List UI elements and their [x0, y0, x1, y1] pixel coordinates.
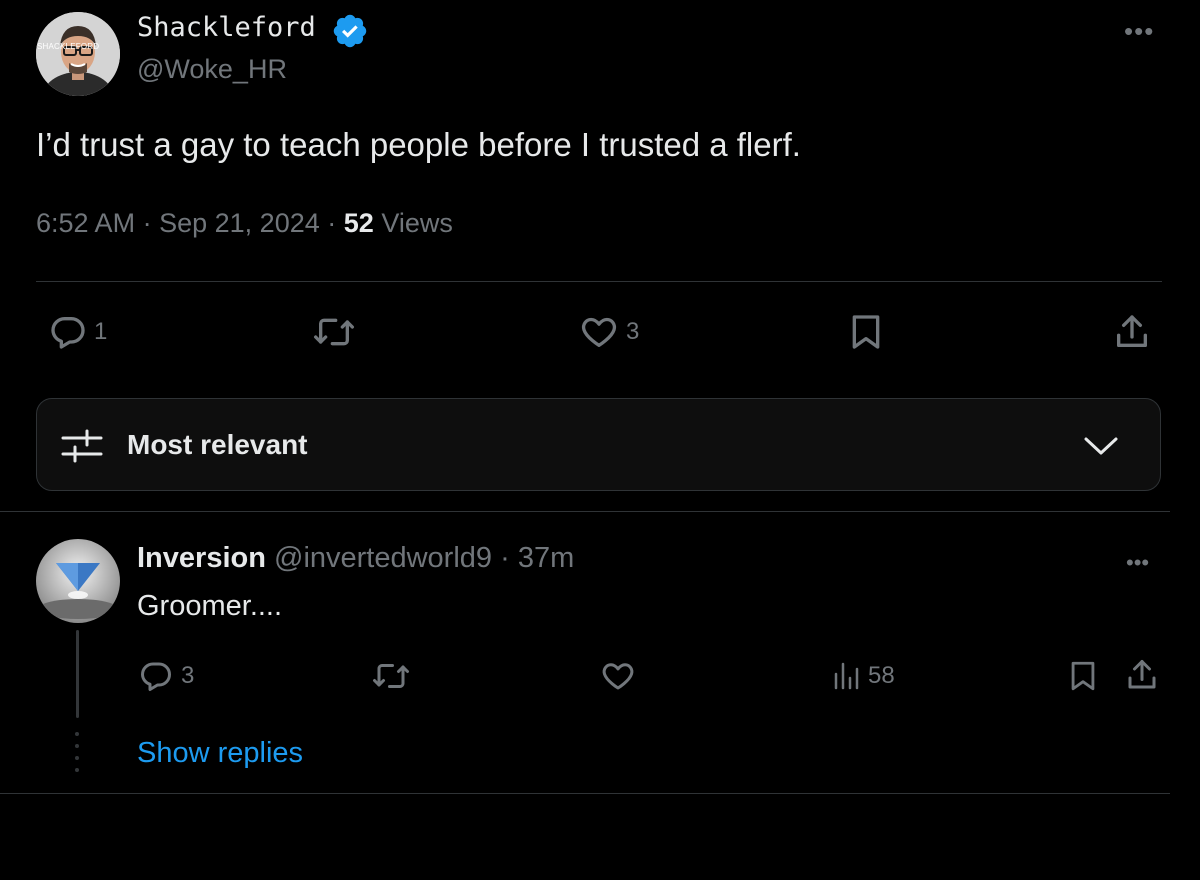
share-icon — [1128, 660, 1156, 689]
bookmark-icon — [1071, 661, 1095, 691]
like-count: 3 — [626, 318, 640, 345]
retweet-icon — [373, 664, 409, 688]
reply-count: 1 — [94, 318, 108, 345]
verified-badge-icon — [331, 12, 369, 50]
sliders-icon — [61, 429, 103, 463]
divider — [36, 281, 1162, 282]
sort-replies-dropdown[interactable]: Most relevant — [36, 398, 1161, 491]
like-button[interactable]: 3 — [578, 312, 639, 352]
views-icon — [834, 662, 859, 690]
sort-label: Most relevant — [127, 429, 308, 460]
bookmark-icon — [852, 315, 880, 349]
reply-text: Groomer.... — [137, 590, 283, 622]
views-label: Views — [381, 208, 453, 238]
bookmark-button[interactable] — [846, 312, 886, 352]
more-icon[interactable]: ••• — [1124, 18, 1154, 44]
author-name[interactable]: Shackleford — [137, 12, 316, 43]
thread-line — [76, 630, 79, 718]
meta-separator: · — [142, 208, 152, 238]
like-icon — [581, 317, 617, 347]
reply-share-button[interactable] — [1124, 656, 1160, 694]
reply-time[interactable]: 37m — [518, 542, 574, 574]
reply-bookmark-button[interactable] — [1066, 658, 1100, 694]
tweet-time[interactable]: 6:52 AM — [36, 208, 135, 238]
divider — [0, 793, 1170, 794]
reply-like-button[interactable] — [599, 658, 643, 694]
reply-views-count: 58 — [868, 662, 895, 689]
reply-header: Inversion @invertedworld9 · 37m — [137, 542, 574, 575]
reply-more-icon[interactable]: ••• — [1126, 552, 1149, 574]
reply-reply-count: 3 — [181, 662, 195, 689]
reply-reply-button[interactable]: 3 — [137, 658, 194, 694]
reply-views-button[interactable]: 58 — [832, 658, 895, 694]
tweet-date[interactable]: Sep 21, 2024 — [159, 208, 320, 238]
divider — [0, 511, 1170, 512]
retweet-icon — [313, 318, 354, 346]
share-icon — [1117, 315, 1147, 347]
author-handle[interactable]: @Woke_HR — [137, 54, 287, 85]
reply-icon — [51, 317, 85, 349]
retweet-button[interactable] — [312, 312, 362, 352]
reply-author-handle[interactable]: @invertedworld9 — [274, 542, 492, 574]
reply-icon — [141, 662, 171, 691]
author-avatar[interactable]: SHACKLEFORD — [36, 12, 120, 96]
tweet-meta: 6:52 AM · Sep 21, 2024 · 52 Views — [36, 208, 453, 239]
reply-button[interactable]: 1 — [48, 312, 107, 352]
avatar-banner-text: SHACKLEFORD — [37, 42, 100, 51]
tweet-text: I’d trust a gay to teach people before I… — [36, 126, 801, 163]
views-count: 52 — [343, 208, 374, 238]
meta-separator: · — [327, 208, 337, 238]
show-replies-link[interactable]: Show replies — [137, 737, 303, 770]
chevron-down-icon — [1084, 437, 1118, 455]
tweet-detail-page: SHACKLEFORD Shackleford @Woke_HR ••• I’d… — [0, 0, 1200, 880]
reply-author-name[interactable]: Inversion — [137, 542, 266, 574]
reply-retweet-button[interactable] — [370, 658, 412, 694]
share-button[interactable] — [1112, 312, 1152, 352]
reply-avatar[interactable] — [36, 539, 120, 623]
reply-separator: · — [500, 542, 510, 574]
thread-dots — [74, 732, 80, 780]
like-icon — [602, 663, 634, 690]
